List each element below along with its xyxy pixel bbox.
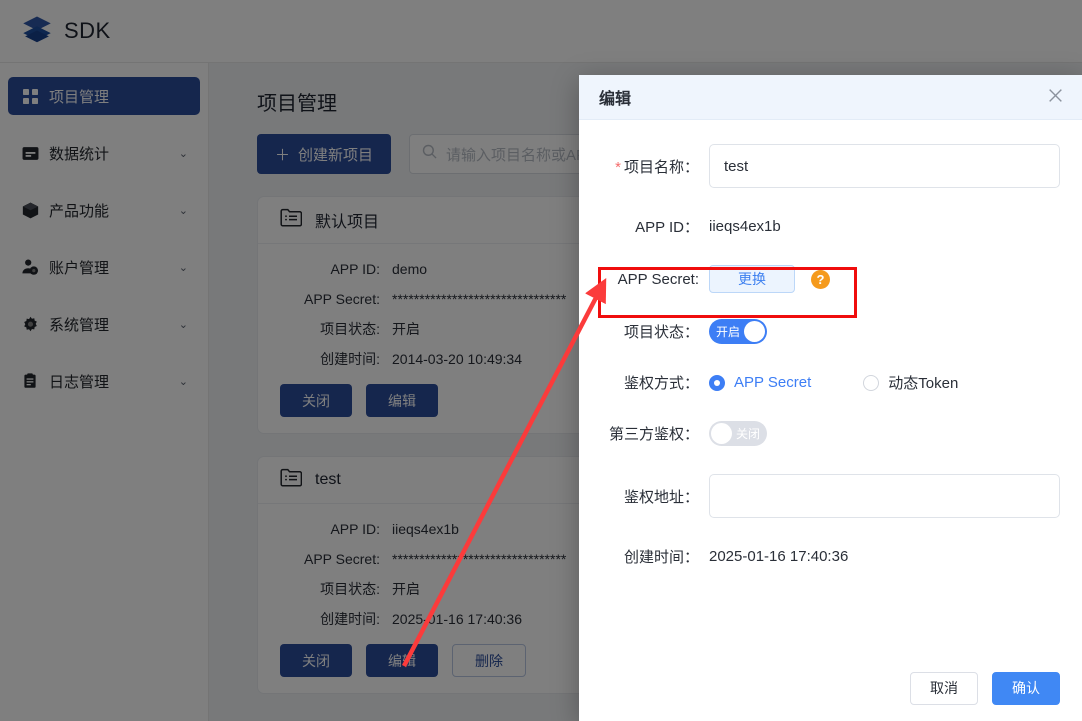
form-row-created-time: 创建时间： 2025-01-16 17:40:36 [579, 546, 1060, 567]
toggle-label: 关闭 [735, 427, 760, 441]
toggle-knob [744, 321, 765, 342]
app-secret-label: APP Secret: [617, 270, 699, 288]
radio-app-secret[interactable]: APP Secret [709, 374, 811, 391]
toggle-knob [711, 423, 732, 444]
dialog-body: *项目名称： APP ID： iieqs4ex1b APP Secret: 更换… [579, 120, 1082, 655]
radio-dynamic-token[interactable]: 动态Token [863, 372, 958, 393]
change-secret-button[interactable]: 更换 [709, 265, 795, 293]
project-name-input[interactable] [709, 144, 1060, 188]
radio-label: APP Secret [734, 374, 812, 391]
required-asterisk: * [615, 158, 621, 176]
form-row-project-name: * 项目名称： [579, 144, 1060, 188]
project-status-label: 项目状态： [623, 324, 699, 341]
form-row-third-party-auth: 第三方鉴权： 关闭 [579, 421, 1060, 446]
auth-url-input[interactable] [709, 474, 1060, 518]
edit-project-dialog: 编辑 *项目名称： APP ID： iieqs4ex1b [579, 75, 1082, 721]
toggle-label: 开启 [716, 325, 741, 339]
close-icon[interactable] [1047, 87, 1064, 108]
created-time-label: 创建时间： [623, 549, 699, 566]
form-row-auth-url: 鉴权地址： [579, 474, 1060, 518]
question-circle-icon[interactable]: ? [811, 269, 830, 289]
third-party-auth-label: 第三方鉴权： [608, 426, 699, 443]
form-row-app-id: APP ID： iieqs4ex1b [579, 216, 1060, 237]
third-party-auth-toggle[interactable]: 关闭 [709, 421, 767, 446]
form-row-project-status: 项目状态： 开启 [579, 319, 1060, 344]
screen: SDK 项目管理 [0, 0, 1082, 721]
dialog-header: 编辑 [579, 75, 1082, 120]
dialog-footer: 取消 确认 [579, 655, 1082, 721]
project-status-toggle[interactable]: 开启 [709, 319, 767, 344]
dialog-title: 编辑 [599, 91, 632, 108]
cancel-button[interactable]: 取消 [910, 671, 978, 705]
auth-method-radio-group: APP Secret 动态Token [709, 372, 1060, 393]
app-id-label: APP ID： [635, 219, 699, 236]
confirm-button[interactable]: 确认 [992, 671, 1060, 705]
auth-method-label: 鉴权方式： [623, 375, 699, 392]
auth-url-label: 鉴权地址： [623, 488, 699, 506]
radio-dot-icon [863, 374, 880, 391]
project-name-label: * 项目名称： [615, 158, 699, 176]
created-time-value: 2025-01-16 17:40:36 [709, 548, 849, 565]
form-row-app-secret: APP Secret: 更换 ? [579, 265, 1060, 293]
radio-dot-icon [709, 374, 725, 391]
app-id-value: iieqs4ex1b [709, 218, 781, 235]
radio-label: 动态Token [888, 375, 959, 392]
form-row-auth-method: 鉴权方式： APP Secret 动态Token [579, 372, 1060, 393]
